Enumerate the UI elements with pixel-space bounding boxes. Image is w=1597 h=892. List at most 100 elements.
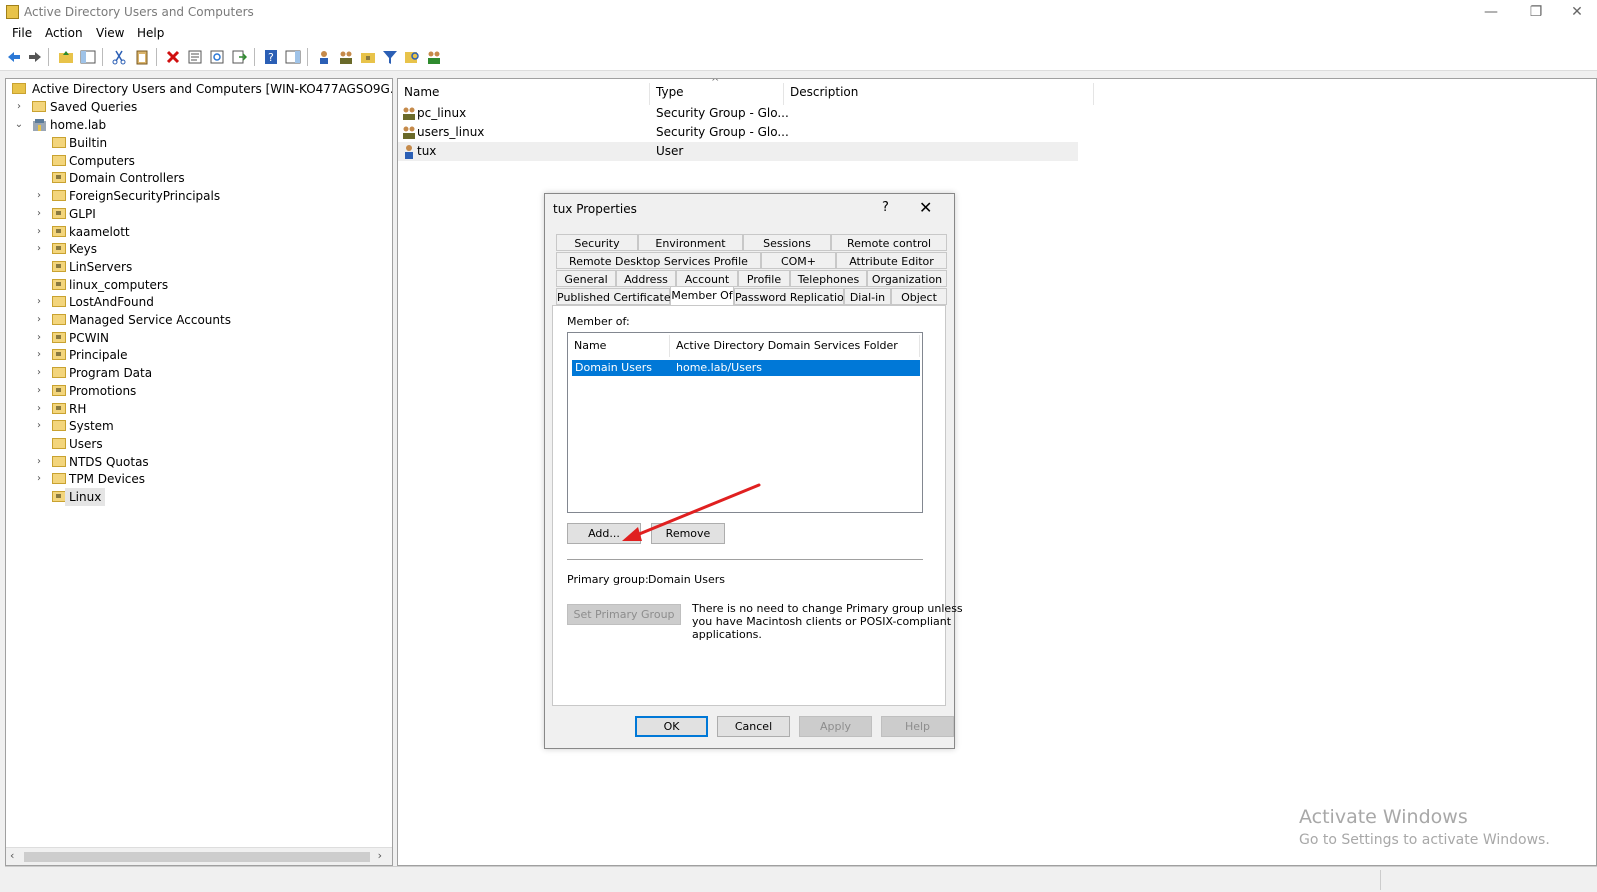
- tree-item[interactable]: › RH: [10, 400, 390, 418]
- tab-profile[interactable]: Profile: [738, 270, 790, 287]
- show-console-tree-icon[interactable]: [80, 49, 96, 65]
- expand-chevron-icon[interactable]: ›: [34, 400, 44, 418]
- list-item-selected[interactable]: tux User: [398, 142, 1078, 161]
- menu-action[interactable]: Action: [45, 26, 83, 40]
- tab-remote-desktop-services-profile[interactable]: Remote Desktop Services Profile: [556, 252, 761, 269]
- tab-environment[interactable]: Environment: [638, 234, 743, 251]
- tree-item[interactable]: › Principale: [10, 346, 390, 364]
- forward-icon[interactable]: [27, 49, 43, 65]
- cancel-button[interactable]: Cancel: [717, 716, 790, 737]
- list-item-selected[interactable]: Domain Users home.lab/Users: [572, 360, 920, 376]
- column-header-name[interactable]: Name: [398, 83, 650, 105]
- paste-icon[interactable]: [134, 49, 150, 65]
- tree-item[interactable]: › PCWIN: [10, 329, 390, 347]
- tab-address[interactable]: Address: [616, 270, 676, 287]
- expand-chevron-icon[interactable]: ›: [34, 240, 44, 258]
- expand-chevron-icon[interactable]: ›: [34, 311, 44, 329]
- expand-chevron-icon[interactable]: ›: [34, 187, 44, 205]
- refresh-icon[interactable]: [209, 49, 225, 65]
- tab-object[interactable]: Object: [891, 288, 947, 305]
- tree-item[interactable]: Builtin: [10, 134, 390, 152]
- expand-chevron-icon[interactable]: ›: [34, 293, 44, 311]
- close-button[interactable]: ✕: [1557, 3, 1597, 21]
- tab-general[interactable]: General: [556, 270, 616, 287]
- restore-button[interactable]: ❐: [1516, 3, 1556, 21]
- tab-telephones[interactable]: Telephones: [790, 270, 867, 287]
- new-ou-icon[interactable]: [360, 49, 376, 65]
- tree-item[interactable]: Users: [10, 435, 390, 453]
- find-icon[interactable]: [404, 49, 420, 65]
- expand-chevron-icon[interactable]: ›: [34, 382, 44, 400]
- tree-item[interactable]: › Promotions: [10, 382, 390, 400]
- tab-com-plus[interactable]: COM+: [761, 252, 836, 269]
- help-icon[interactable]: ?: [263, 49, 279, 65]
- menu-help[interactable]: Help: [137, 26, 164, 40]
- tree-item-saved-queries[interactable]: › Saved Queries: [10, 98, 390, 116]
- tree-item[interactable]: › Managed Service Accounts: [10, 311, 390, 329]
- help-button[interactable]: Help: [881, 716, 954, 737]
- tab-password-replication[interactable]: Password Replication: [734, 288, 851, 305]
- tab-security[interactable]: Security: [556, 234, 638, 251]
- menu-file[interactable]: File: [12, 26, 32, 40]
- tree-item[interactable]: Linux: [10, 488, 390, 506]
- collapse-chevron-icon[interactable]: ⌄: [14, 116, 24, 134]
- tree-item[interactable]: LinServers: [10, 258, 390, 276]
- expand-chevron-icon[interactable]: ›: [34, 223, 44, 241]
- set-primary-group-button[interactable]: Set Primary Group: [567, 604, 681, 625]
- dialog-help-button[interactable]: ?: [882, 200, 889, 215]
- delete-icon[interactable]: [165, 49, 181, 65]
- tree-item[interactable]: › Program Data: [10, 364, 390, 382]
- expand-chevron-icon[interactable]: ›: [34, 453, 44, 471]
- tree-item[interactable]: › LostAndFound: [10, 293, 390, 311]
- dialog-close-button[interactable]: ✕: [919, 198, 932, 217]
- tree-item[interactable]: › ForeignSecurityPrincipals: [10, 187, 390, 205]
- tree-item[interactable]: › Keys: [10, 240, 390, 258]
- tab-dial-in[interactable]: Dial-in: [844, 288, 891, 305]
- expand-chevron-icon[interactable]: ›: [34, 364, 44, 382]
- show-action-pane-icon[interactable]: [285, 49, 301, 65]
- tree-item-domain[interactable]: ⌄ home.lab: [10, 116, 390, 134]
- up-folder-icon[interactable]: [58, 49, 74, 65]
- minimize-button[interactable]: —: [1471, 3, 1511, 21]
- member-column-folder[interactable]: Active Directory Domain Services Folder: [670, 335, 920, 357]
- new-user-icon[interactable]: [316, 49, 332, 65]
- new-group-icon[interactable]: [338, 49, 354, 65]
- tab-remote-control[interactable]: Remote control: [831, 234, 947, 251]
- expand-chevron-icon[interactable]: ›: [34, 470, 44, 488]
- menu-view[interactable]: View: [96, 26, 124, 40]
- apply-button[interactable]: Apply: [799, 716, 872, 737]
- scrollbar-thumb[interactable]: [24, 852, 370, 862]
- tree-item[interactable]: › GLPI: [10, 205, 390, 223]
- member-column-name[interactable]: Name: [568, 335, 670, 357]
- filter-icon[interactable]: [382, 49, 398, 65]
- tree-item[interactable]: › kaamelott: [10, 223, 390, 241]
- tree-item[interactable]: Domain Controllers: [10, 169, 390, 187]
- tab-sessions[interactable]: Sessions: [743, 234, 831, 251]
- scroll-right-icon[interactable]: ›: [378, 849, 382, 862]
- expand-chevron-icon[interactable]: ›: [14, 98, 24, 116]
- tab-published-certificates[interactable]: Published Certificates: [556, 288, 676, 305]
- tree-item[interactable]: linux_computers: [10, 276, 390, 294]
- tree-item[interactable]: › NTDS Quotas: [10, 453, 390, 471]
- expand-chevron-icon[interactable]: ›: [34, 329, 44, 347]
- add-to-group-icon[interactable]: [426, 49, 442, 65]
- export-list-icon[interactable]: [231, 49, 247, 65]
- tree-item[interactable]: › TPM Devices: [10, 470, 390, 488]
- column-header-description[interactable]: Description: [784, 83, 1094, 105]
- back-icon[interactable]: [6, 49, 22, 65]
- tree-item[interactable]: Computers: [10, 152, 390, 170]
- list-item[interactable]: pc_linux Security Group - Glo...: [398, 104, 1078, 123]
- tab-account[interactable]: Account: [676, 270, 738, 287]
- tab-organization[interactable]: Organization: [867, 270, 947, 287]
- expand-chevron-icon[interactable]: ›: [34, 205, 44, 223]
- tab-attribute-editor[interactable]: Attribute Editor: [836, 252, 947, 269]
- cut-icon[interactable]: [111, 49, 127, 65]
- tree-item[interactable]: › System: [10, 417, 390, 435]
- ok-button[interactable]: OK: [635, 716, 708, 737]
- properties-icon[interactable]: [187, 49, 203, 65]
- horizontal-scrollbar[interactable]: ‹ ›: [6, 847, 392, 865]
- scroll-left-icon[interactable]: ‹: [10, 849, 14, 862]
- expand-chevron-icon[interactable]: ›: [34, 417, 44, 435]
- tab-member-of[interactable]: Member Of: [670, 286, 734, 306]
- tree-root[interactable]: Active Directory Users and Computers [WI…: [10, 80, 392, 98]
